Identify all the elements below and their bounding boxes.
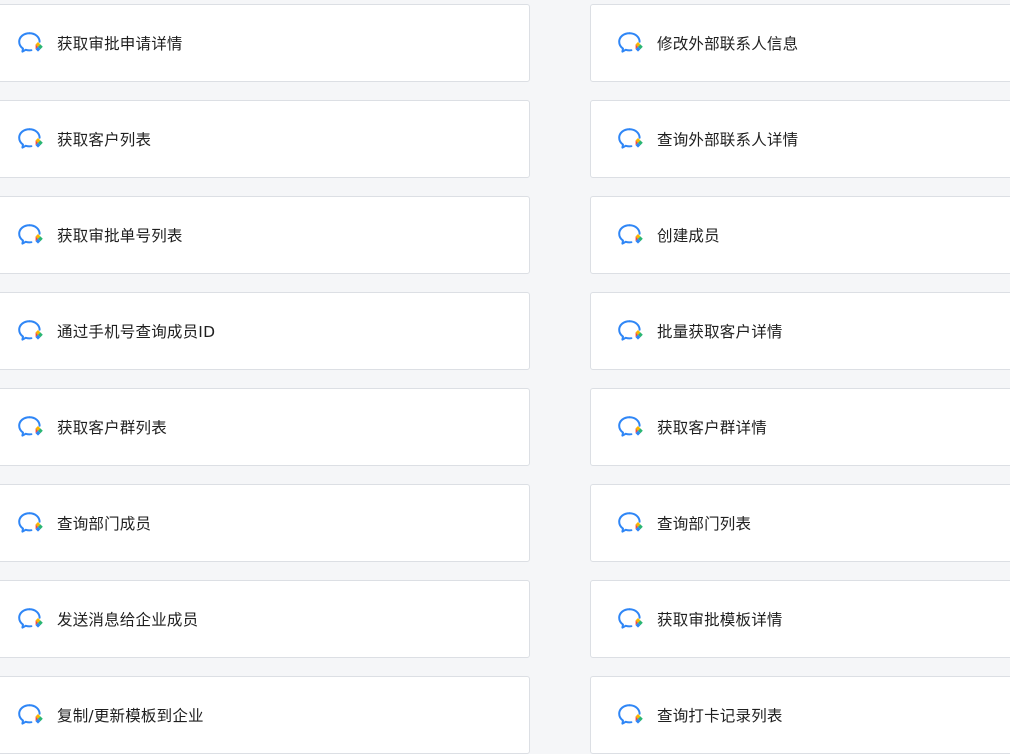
wecom-chat-bubble-icon	[17, 511, 45, 535]
api-card-label: 通过手机号查询成员ID	[57, 323, 216, 341]
api-card-label: 查询部门列表	[657, 515, 752, 533]
api-card-get-customer-group-list[interactable]: 获取客户群列表	[0, 388, 530, 466]
wecom-chat-bubble-icon	[617, 31, 645, 55]
api-card-query-department-list[interactable]: 查询部门列表	[590, 484, 1010, 562]
api-card-modify-external-contact[interactable]: 修改外部联系人信息	[590, 4, 1010, 82]
wecom-chat-bubble-icon	[617, 223, 645, 247]
api-card-query-member-id-by-phone[interactable]: 通过手机号查询成员ID	[0, 292, 530, 370]
api-card-label: 批量获取客户详情	[657, 323, 783, 341]
api-card-label: 查询打卡记录列表	[657, 707, 783, 725]
api-card-query-checkin-record-list[interactable]: 查询打卡记录列表	[590, 676, 1010, 754]
api-card-get-approval-template-detail[interactable]: 获取审批模板详情	[590, 580, 1010, 658]
api-card-label: 获取客户列表	[57, 131, 152, 149]
api-card-label: 发送消息给企业成员	[57, 611, 199, 629]
api-card-label: 获取审批单号列表	[57, 227, 183, 245]
api-card-label: 获取审批模板详情	[657, 611, 783, 629]
wecom-chat-bubble-icon	[17, 31, 45, 55]
api-card-copy-update-template[interactable]: 复制/更新模板到企业	[0, 676, 530, 754]
api-card-get-approval-number-list[interactable]: 获取审批单号列表	[0, 196, 530, 274]
api-card-get-customer-group-detail[interactable]: 获取客户群详情	[590, 388, 1010, 466]
wecom-chat-bubble-icon	[17, 607, 45, 631]
api-card-batch-get-customer-detail[interactable]: 批量获取客户详情	[590, 292, 1010, 370]
wecom-chat-bubble-icon	[17, 223, 45, 247]
api-card-create-member[interactable]: 创建成员	[590, 196, 1010, 274]
api-card-get-customer-list[interactable]: 获取客户列表	[0, 100, 530, 178]
api-card-send-message-to-members[interactable]: 发送消息给企业成员	[0, 580, 530, 658]
api-card-label: 创建成员	[657, 227, 720, 245]
wecom-chat-bubble-icon	[617, 319, 645, 343]
wecom-chat-bubble-icon	[617, 511, 645, 535]
api-card-label: 获取客户群列表	[57, 419, 167, 437]
api-card-query-department-members[interactable]: 查询部门成员	[0, 484, 530, 562]
api-card-label: 查询外部联系人详情	[657, 131, 799, 149]
api-card-label: 复制/更新模板到企业	[57, 707, 204, 725]
api-card-label: 查询部门成员	[57, 515, 152, 533]
wecom-chat-bubble-icon	[617, 127, 645, 151]
api-card-label: 获取审批申请详情	[57, 35, 183, 53]
wecom-chat-bubble-icon	[17, 415, 45, 439]
api-card-get-approval-detail[interactable]: 获取审批申请详情	[0, 4, 530, 82]
wecom-chat-bubble-icon	[17, 319, 45, 343]
wecom-chat-bubble-icon	[617, 607, 645, 631]
wecom-chat-bubble-icon	[617, 703, 645, 727]
wecom-chat-bubble-icon	[17, 703, 45, 727]
api-card-label: 修改外部联系人信息	[657, 35, 799, 53]
wecom-chat-bubble-icon	[617, 415, 645, 439]
api-card-query-external-contact-detail[interactable]: 查询外部联系人详情	[590, 100, 1010, 178]
wecom-chat-bubble-icon	[17, 127, 45, 151]
api-card-label: 获取客户群详情	[657, 419, 767, 437]
